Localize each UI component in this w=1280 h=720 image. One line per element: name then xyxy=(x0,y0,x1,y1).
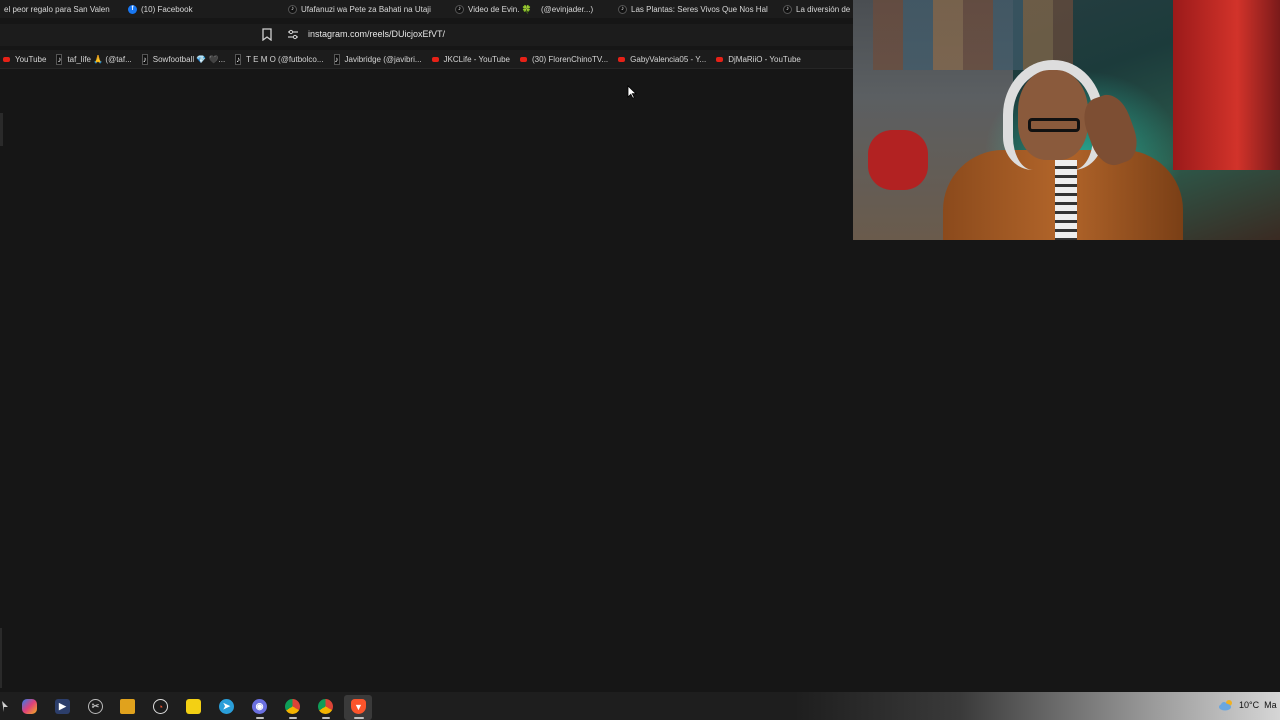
bookmark-label: T E M O (@futbolco... xyxy=(246,54,324,64)
site-info-icon[interactable] xyxy=(287,29,299,41)
weather-temp: 10°C xyxy=(1239,700,1260,710)
bookmark-label: taf_life 🙏 (@taf... xyxy=(67,54,132,64)
start-icon[interactable] xyxy=(0,699,10,714)
cloud-sun-icon xyxy=(1219,700,1232,711)
tab-label: (@evinjader...) xyxy=(541,4,594,14)
tab-strip: el peor regalo para San Valen f (10) Fac… xyxy=(0,0,853,18)
screen: el peor regalo para San Valen f (10) Fac… xyxy=(0,0,1280,720)
bookmark-label: JKCLife - YouTube xyxy=(443,54,510,64)
chrome-icon[interactable] xyxy=(285,699,300,714)
webcam-person-glasses xyxy=(1028,118,1080,132)
tab-label: el peor regalo para San Valen xyxy=(4,4,110,14)
bookmark-sowfootball[interactable]: ♪ Sowfootball 💎 🖤... xyxy=(137,53,230,65)
webcam-pillow xyxy=(868,130,928,190)
youtube-icon xyxy=(431,56,439,62)
snipping-tool-icon[interactable]: ✂ xyxy=(88,699,103,714)
tab-ufafanuzi[interactable]: ♪ Ufafanuzi wa Pete za Bahati na Utaji xyxy=(282,0,449,18)
tiktok-icon: ♪ xyxy=(333,53,340,65)
webcam-overlay xyxy=(853,0,1280,240)
webcam-jersey xyxy=(1173,0,1280,170)
bookmark-label: DjMaRiiO - YouTube xyxy=(728,54,801,64)
tiktok-icon: ♪ xyxy=(141,53,148,65)
weather-widget[interactable]: 10°C Ma xyxy=(1218,699,1277,711)
discord-icon[interactable]: ◉ xyxy=(252,699,267,714)
bookmark-gabyvalencia[interactable]: GabyValencia05 - Y... xyxy=(613,55,711,64)
webcam-person-head xyxy=(1018,70,1088,160)
file-explorer-icon[interactable] xyxy=(120,699,135,714)
bookmark-florenchino[interactable]: (30) FlorenChinoTV... xyxy=(515,55,613,64)
brave-icon[interactable]: ▼ xyxy=(351,699,366,714)
tab-label: (10) Facebook xyxy=(141,4,193,14)
weather-label: Ma xyxy=(1264,700,1277,710)
sticky-notes-icon[interactable] xyxy=(186,699,201,714)
bookmark-label: Javibridge (@javibri... xyxy=(344,54,422,64)
tab-label: La diversión de xyxy=(796,4,851,14)
tiktok-icon: ♪ xyxy=(455,4,464,14)
bookmark-javibridge[interactable]: ♪ Javibridge (@javibri... xyxy=(329,53,427,65)
facebook-icon: f xyxy=(128,4,137,14)
bookmark-label: YouTube xyxy=(15,54,47,64)
youtube-icon xyxy=(519,56,527,62)
chrome-icon-2[interactable] xyxy=(318,699,333,714)
bookmark-djmariio[interactable]: DjMaRiiO - YouTube xyxy=(711,55,806,64)
telegram-icon[interactable]: ➤ xyxy=(219,699,234,714)
bookmark-icon[interactable] xyxy=(262,28,272,41)
bookmark-label: GabyValencia05 - Y... xyxy=(630,54,707,64)
bookmark-label: (30) FlorenChinoTV... xyxy=(531,54,609,64)
copilot-icon[interactable] xyxy=(22,699,37,714)
speedtest-icon[interactable]: ◔ xyxy=(153,699,168,714)
tab-label: Ufafanuzi wa Pete za Bahati na Utaji xyxy=(301,4,431,14)
media-player-icon[interactable]: ▶ xyxy=(55,699,70,714)
address-bar: instagram.com/reels/DUicjoxEfVT/ xyxy=(0,24,853,46)
url-field[interactable]: instagram.com/reels/DUicjoxEfVT/ xyxy=(308,29,445,39)
bookmarks-bar: YouTube ♪ taf_life 🙏 (@taf... ♪ Sowfootb… xyxy=(0,50,853,69)
tiktok-icon: ♪ xyxy=(618,4,627,14)
bookmark-label: Sowfootball 💎 🖤... xyxy=(152,54,226,64)
taskbar-indicator xyxy=(322,717,330,719)
bookmark-temo[interactable]: ♪ T E M O (@futbolco... xyxy=(230,53,328,65)
tab-label: Las Plantas: Seres Vivos Que Nos Hal xyxy=(631,4,768,14)
youtube-icon xyxy=(618,56,626,62)
tiktok-icon: ♪ xyxy=(235,53,242,65)
youtube-icon xyxy=(3,56,10,62)
bookmark-jkclife[interactable]: JKCLife - YouTube xyxy=(427,55,515,64)
mouse-cursor-icon xyxy=(627,85,637,99)
sidebar-edge-lower xyxy=(0,628,2,688)
tab-facebook[interactable]: f (10) Facebook xyxy=(122,0,282,18)
taskbar-indicator xyxy=(289,717,297,719)
tab-evin-video[interactable]: ♪ Video de Evin. 🍀 xyxy=(449,0,535,18)
sidebar-edge xyxy=(0,113,3,146)
tiktok-icon: ♪ xyxy=(288,4,297,14)
youtube-icon xyxy=(716,56,724,62)
tiktok-icon: ♪ xyxy=(56,53,63,65)
taskbar-indicator xyxy=(256,717,264,719)
tab-diversion[interactable]: ♪ La diversión de xyxy=(777,0,853,18)
tab-evinjader[interactable]: (@evinjader...) xyxy=(535,0,612,18)
taskbar-indicator xyxy=(354,717,364,719)
tiktok-icon: ♪ xyxy=(783,4,792,14)
bookmark-youtube[interactable]: YouTube xyxy=(0,55,51,64)
tab-valentine[interactable]: el peor regalo para San Valen xyxy=(0,0,122,18)
tab-label: Video de Evin. 🍀 xyxy=(468,4,532,14)
tab-las-plantas[interactable]: ♪ Las Plantas: Seres Vivos Que Nos Hal xyxy=(612,0,777,18)
webcam-posters xyxy=(873,0,1073,70)
webcam-person-zipper xyxy=(1055,160,1077,240)
bookmark-taf-life[interactable]: ♪ taf_life 🙏 (@taf... xyxy=(51,53,136,65)
